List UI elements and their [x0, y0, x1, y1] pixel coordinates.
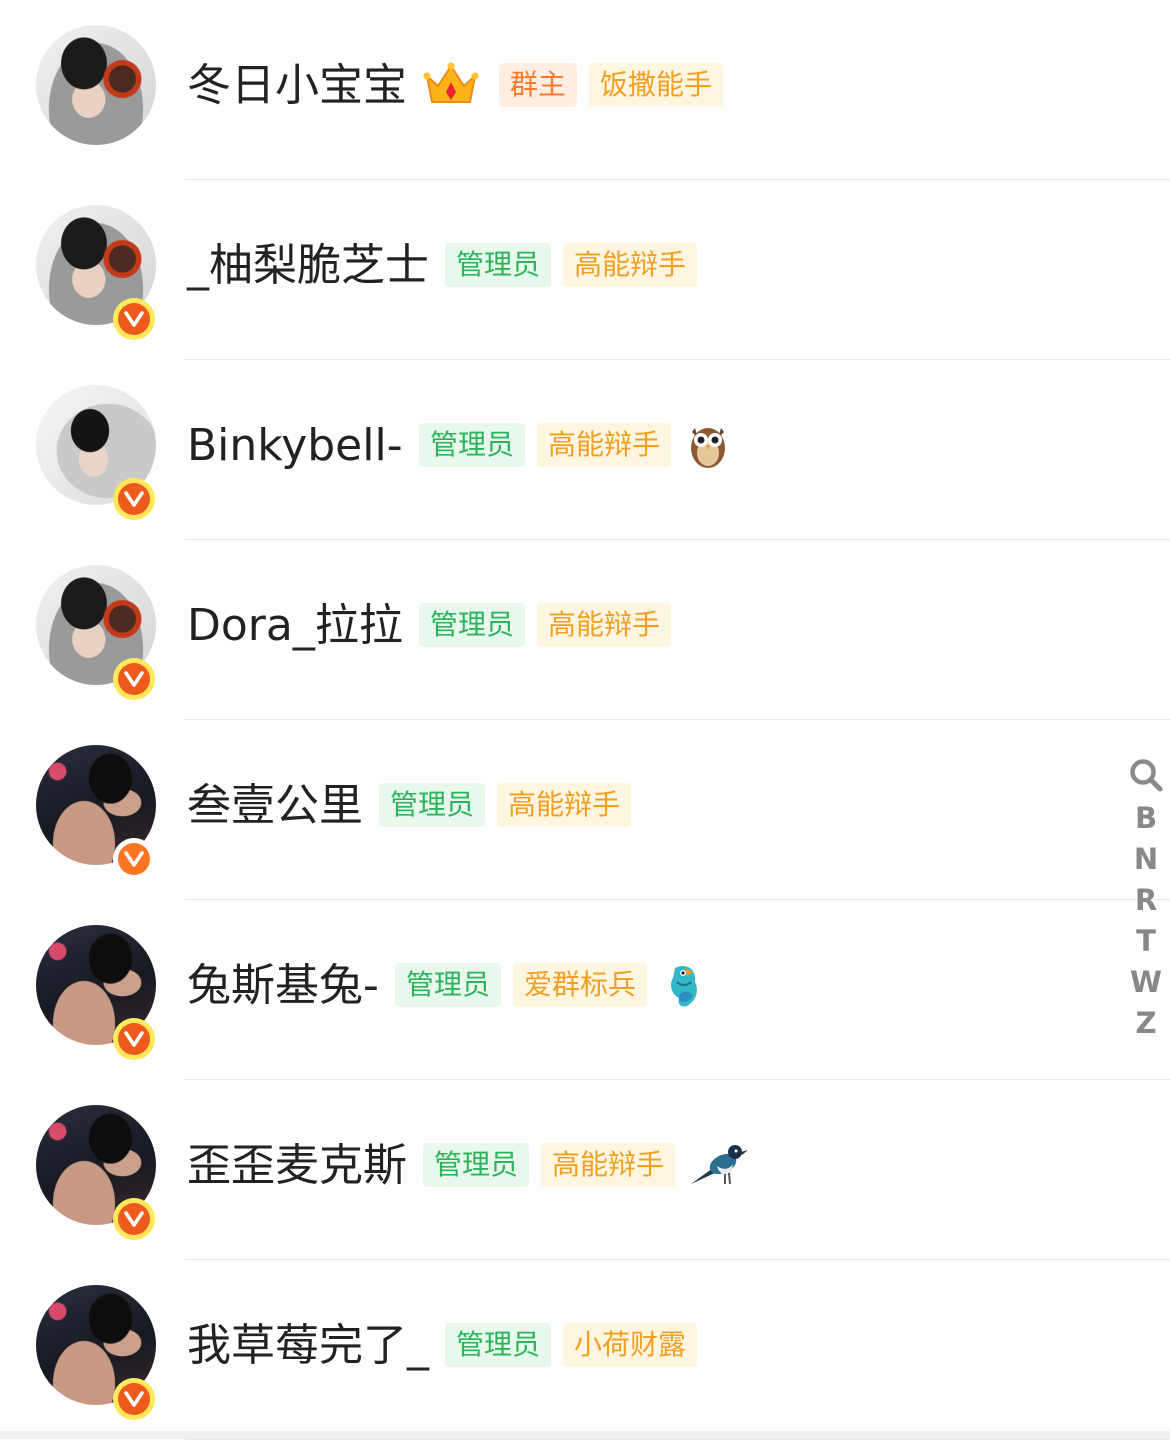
- admin-tag: 管理员: [419, 423, 526, 467]
- member-row[interactable]: 我草莓完了_ 管理员 小荷财露: [0, 1260, 1170, 1440]
- verified-v-badge-icon: [113, 658, 155, 700]
- search-icon[interactable]: [1122, 752, 1170, 798]
- member-name: 冬日小宝宝: [187, 60, 407, 111]
- owner-tag: 群主: [499, 63, 578, 107]
- member-row[interactable]: 兔斯基兔- 管理员 爱群标兵: [0, 900, 1170, 1080]
- member-name: 叁壹公里: [187, 780, 363, 831]
- honor-tag: 饭撒能手: [589, 63, 724, 107]
- owl-icon: [683, 420, 733, 470]
- honor-tag: 高能辩手: [537, 423, 672, 467]
- bottom-divider: [0, 1431, 1170, 1439]
- member-row[interactable]: Dora_拉拉 管理员 高能辩手: [0, 540, 1170, 720]
- honor-tag: 高能辩手: [497, 783, 632, 827]
- member-tags: 管理员 爱群标兵: [395, 962, 709, 1008]
- member-row[interactable]: _柚梨脆芝士 管理员 高能辩手: [0, 180, 1170, 360]
- index-letter[interactable]: T: [1122, 921, 1170, 962]
- member-tags: 管理员 高能辩手: [379, 782, 632, 828]
- index-letter[interactable]: Z: [1122, 1003, 1170, 1044]
- member-tags: 群主 饭撒能手: [423, 62, 724, 108]
- admin-tag: 管理员: [379, 783, 486, 827]
- admin-tag: 管理员: [445, 243, 552, 287]
- member-row[interactable]: 叁壹公里 管理员 高能辩手: [0, 720, 1170, 900]
- member-tags: 管理员 高能辩手: [445, 242, 698, 288]
- magpie-icon: [687, 1140, 749, 1190]
- member-name: 歪歪麦克斯: [187, 1140, 407, 1191]
- verified-v-badge-icon: [113, 298, 155, 340]
- honor-tag: 高能辩手: [537, 603, 672, 647]
- member-row[interactable]: 歪歪麦克斯 管理员 高能辩手: [0, 1080, 1170, 1260]
- verified-v-badge-icon: [113, 1018, 155, 1060]
- verified-v-badge-icon: [113, 838, 155, 880]
- alphabet-index-bar[interactable]: BNRTWZ: [1122, 752, 1170, 1044]
- member-tags: 管理员 高能辩手: [419, 422, 733, 468]
- member-name: Binkybell-: [187, 420, 403, 471]
- admin-tag: 管理员: [395, 963, 502, 1007]
- avatar-headphone-hood[interactable]: [36, 25, 156, 145]
- index-letter[interactable]: R: [1122, 880, 1170, 921]
- index-letter[interactable]: B: [1122, 798, 1170, 839]
- verified-v-badge-icon: [113, 1378, 155, 1420]
- admin-tag: 管理员: [423, 1143, 530, 1187]
- admin-tag: 管理员: [445, 1323, 552, 1367]
- member-name: Dora_拉拉: [187, 600, 403, 651]
- member-tags: 管理员 高能辩手: [419, 602, 672, 648]
- honor-tag: 爱群标兵: [513, 963, 648, 1007]
- admin-tag: 管理员: [419, 603, 526, 647]
- honor-tag: 高能辩手: [541, 1143, 676, 1187]
- member-name: 兔斯基兔-: [187, 960, 379, 1011]
- member-list: 冬日小宝宝 群主 饭撒能手 _柚梨脆芝士 管理员 高能辩手 Binkybell- 管理员 高能辩…: [0, 0, 1170, 1440]
- member-row[interactable]: 冬日小宝宝 群主 饭撒能手: [0, 0, 1170, 180]
- honor-tag: 小荷财露: [563, 1323, 698, 1367]
- index-letter[interactable]: N: [1122, 839, 1170, 880]
- index-letter[interactable]: W: [1122, 962, 1170, 1003]
- member-name: 我草莓完了_: [187, 1320, 429, 1371]
- member-name: _柚梨脆芝士: [187, 240, 429, 291]
- member-tags: 管理员 小荷财露: [445, 1322, 698, 1368]
- parrot-icon: [659, 960, 709, 1010]
- verified-v-badge-icon: [113, 478, 155, 520]
- member-row[interactable]: Binkybell- 管理员 高能辩手: [0, 360, 1170, 540]
- honor-tag: 高能辩手: [563, 243, 698, 287]
- member-tags: 管理员 高能辩手: [423, 1142, 749, 1188]
- crown-icon: [423, 62, 479, 108]
- verified-v-badge-icon: [113, 1198, 155, 1240]
